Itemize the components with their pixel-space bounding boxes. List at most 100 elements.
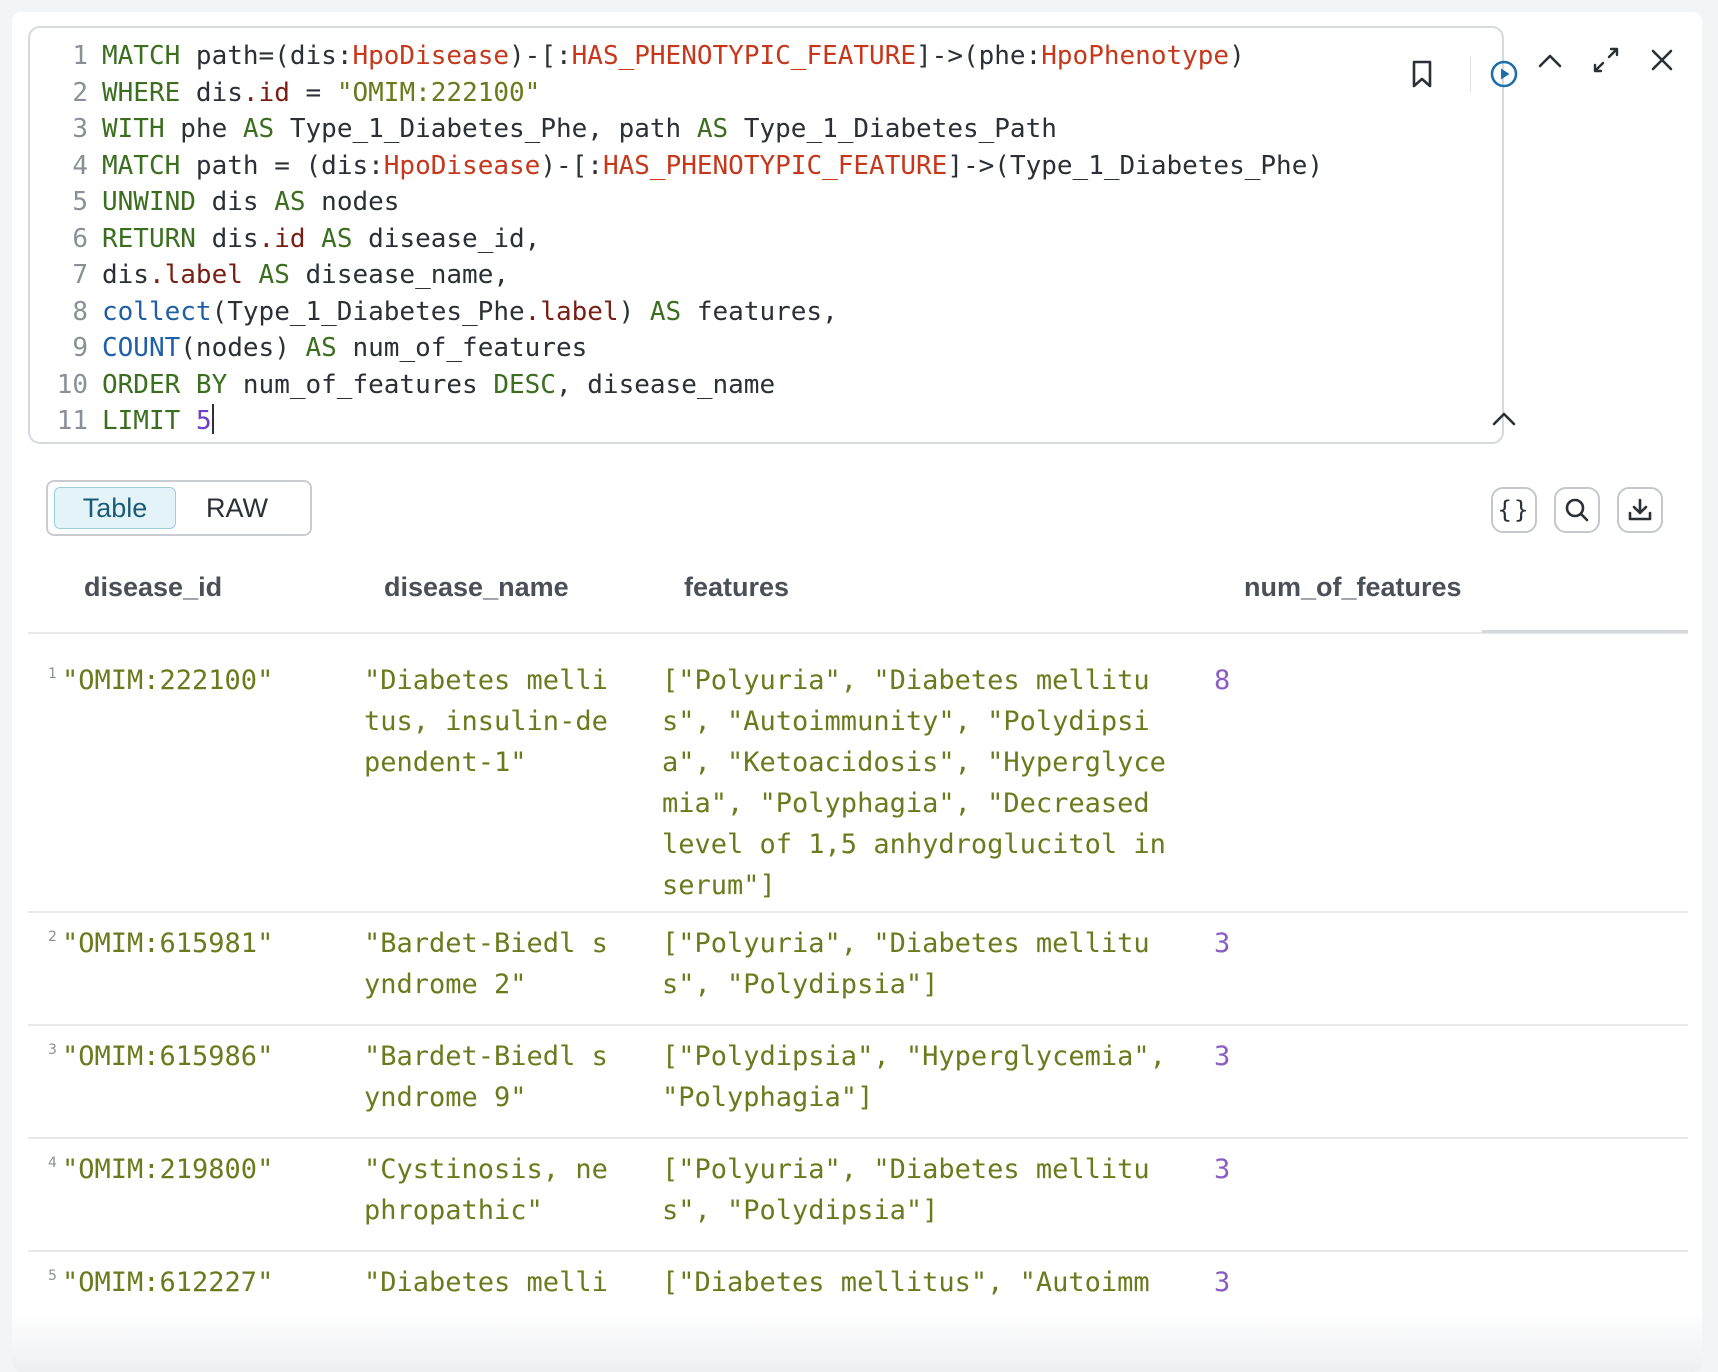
line-number: 10 [56,369,88,400]
code-token: LIMIT [102,406,181,436]
code-token: AS [696,114,729,144]
code-token: 5 [195,406,212,436]
code-token: num_of_features [336,333,588,363]
code-token: (nodes) [180,333,306,363]
code-token: AS [321,223,353,254]
code-line[interactable]: 6 RETURN dis.id AS disease_id, [30,221,1323,258]
code-text: MATCH path=(dis:HpoDisease)-[:HAS_PHENOT… [102,38,1245,75]
code-token: collect [102,296,212,327]
code-token: AS [649,296,682,327]
bookmark-icon[interactable] [1404,56,1440,92]
tab-table[interactable]: Table [54,487,176,529]
text-cursor [211,404,214,434]
cell-num-of-features[interactable]: 3 [1214,1262,1274,1303]
code-token: HAS_PHENOTYPIC_FEATURE [602,150,948,181]
code-token: num_of_features [227,369,494,400]
cell-disease-id[interactable]: "OMIM:612227" [62,1262,332,1303]
code-line[interactable]: 2 WHERE dis.id = "OMIM:222100" [30,75,1323,112]
scroll-shade [12,1312,1702,1372]
line-number: 8 [72,296,88,327]
editor-icon-divider [1470,56,1471,92]
cell-disease-name[interactable]: "Diabetes mellitus, insulin-dependent-1" [364,660,624,783]
collapse-up-icon[interactable] [1532,42,1568,78]
cell-num-of-features[interactable]: 3 [1214,923,1274,964]
code-token: .id [242,77,290,108]
cell-disease-name[interactable]: "Diabetes melli [364,1262,624,1303]
cell-disease-id[interactable]: "OMIM:615981" [62,923,332,964]
cell-features[interactable]: ["Polyuria", "Diabetes mellitus", "Autoi… [662,660,1182,906]
code-token: Type_1_Diabetes_Path [728,114,1057,144]
row-divider [28,1250,1688,1252]
column-header-disease-name[interactable]: disease_name [384,572,569,603]
row-index: 1 [48,666,57,682]
expand-icon[interactable] [1588,42,1624,78]
line-number: 7 [72,260,88,290]
header-scroll-indicator [1482,630,1688,633]
cell-disease-name[interactable]: "Bardet-Biedl syndrome 9" [364,1036,624,1118]
search-icon[interactable] [1554,487,1600,533]
cell-features[interactable]: ["Polyuria", "Diabetes mellitus", "Polyd… [662,1149,1182,1231]
code-token: ) [1229,41,1245,71]
code-line[interactable]: 7 dis.label AS disease_name, [30,257,1323,294]
code-token: )-[: [509,41,572,71]
code-token: UNWIND [102,187,196,217]
code-token: RETURN [102,223,196,254]
cell-disease-id[interactable]: "OMIM:615986" [62,1036,332,1077]
code-text: COUNT(nodes) AS num_of_features [102,330,587,367]
cell-disease-id[interactable]: "OMIM:219800" [62,1149,332,1190]
cell-num-of-features[interactable]: 3 [1214,1036,1274,1077]
row-index: 2 [48,929,57,945]
code-token: WHERE [102,77,181,108]
code-token: dis [180,77,243,108]
code-token: dis [102,260,149,290]
code-line[interactable]: 11 LIMIT 5 [30,403,1323,440]
code-area[interactable]: 1 MATCH path=(dis:HpoDisease)-[:HAS_PHENO… [30,38,1323,440]
code-line[interactable]: 5 UNWIND dis AS nodes [30,184,1323,221]
cell-features[interactable]: ["Polyuria", "Diabetes mellitus", "Polyd… [662,923,1182,1005]
cell-features[interactable]: ["Polydipsia", "Hyperglycemia", "Polypha… [662,1036,1182,1118]
close-icon[interactable] [1644,42,1680,78]
download-icon[interactable] [1617,487,1663,533]
cell-disease-name[interactable]: "Bardet-Biedl syndrome 2" [364,923,624,1005]
row-divider [28,911,1688,913]
code-token: )-[: [540,150,603,181]
code-token: HAS_PHENOTYPIC_FEATURE [571,41,917,71]
cell-num-of-features[interactable]: 8 [1214,660,1274,701]
run-icon[interactable] [1486,56,1522,92]
column-header-num-of-features[interactable]: num_of_features [1244,572,1462,603]
row-divider [28,1024,1688,1026]
code-line[interactable]: 4 MATCH path = (dis:HpoDisease)-[:HAS_PHE… [30,148,1323,185]
json-icon[interactable]: {} [1491,487,1537,533]
code-line[interactable]: 3 WITH phe AS Type_1_Diabetes_Phe, path A… [30,111,1323,148]
column-header-features[interactable]: features [684,572,789,603]
code-token: disease_id, [352,223,541,254]
code-token: Type_1_Diabetes_Phe, path [274,114,697,144]
code-line[interactable]: 10 ORDER BY num_of_features DESC, disease… [30,367,1323,404]
line-number: 3 [72,114,88,144]
code-text: LIMIT 5 [102,403,214,440]
code-line[interactable]: 1 MATCH path=(dis:HpoDisease)-[:HAS_PHENO… [30,38,1323,75]
code-token: (Type_1_Diabetes_Phe [211,296,525,327]
editor-collapse-icon[interactable] [1486,400,1522,436]
code-line[interactable]: 8 collect(Type_1_Diabetes_Phe.label) AS f… [30,294,1323,331]
code-token: = [289,77,337,108]
query-editor[interactable]: 1 MATCH path=(dis:HpoDisease)-[:HAS_PHENO… [28,26,1518,444]
line-number: 1 [72,41,88,71]
code-line[interactable]: 9 COUNT(nodes) AS num_of_features [30,330,1323,367]
row-index: 4 [48,1155,57,1171]
row-divider [28,1137,1688,1139]
cell-num-of-features[interactable]: 3 [1214,1149,1274,1190]
column-header-disease-id[interactable]: disease_id [84,572,222,603]
code-token: path=(dis: [180,41,353,71]
code-token: .label [148,260,243,290]
code-token: HpoPhenotype [1041,41,1230,71]
line-number: 6 [72,223,88,254]
cell-features[interactable]: ["Diabetes mellitus", "Autoimm [662,1262,1182,1303]
code-token: dis [195,187,275,217]
code-text: WHERE dis.id = "OMIM:222100" [102,75,540,112]
cell-disease-name[interactable]: "Cystinosis, nephropathic" [364,1149,624,1231]
cell-disease-id[interactable]: "OMIM:222100" [62,660,332,701]
code-token: MATCH [102,150,181,181]
tab-raw[interactable]: RAW [176,487,298,529]
